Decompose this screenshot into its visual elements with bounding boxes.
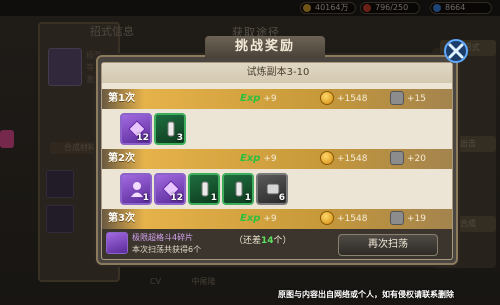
item-qty: 1 [210, 193, 217, 203]
obtained-count: 本次扫荡共获得6个 [132, 245, 202, 254]
modal-title: 挑战奖励 [205, 36, 325, 58]
bolt-icon [390, 210, 404, 225]
exp-reward: Exp +9 [240, 93, 277, 104]
reward-item[interactable]: 1 [188, 173, 220, 205]
bolt-icon [390, 90, 404, 105]
stage-title: 试炼副本3-10 [102, 63, 452, 83]
attempt-label: 第1次 [108, 93, 135, 104]
fragment-icon [106, 232, 128, 254]
reward-item[interactable]: 12 [154, 173, 186, 205]
reward-item[interactable]: 6 [256, 173, 288, 205]
coin-reward: +1548 [320, 90, 367, 107]
coin-icon [320, 90, 334, 105]
item-qty: 1 [142, 193, 149, 203]
bolt-reward: +15 [390, 90, 426, 107]
coin-reward: +1548 [320, 150, 367, 167]
item-qty: 12 [170, 193, 183, 203]
reward-item[interactable]: 1 [222, 173, 254, 205]
item-list: 12 3 [102, 109, 452, 149]
reward-row: 第2次 Exp +9 +1548 +20 [102, 149, 452, 169]
remaining-count: （还差14个） [234, 236, 292, 246]
item-list: 1 12 1 1 6 [102, 169, 452, 209]
close-icon[interactable] [443, 38, 469, 64]
bolt-reward: +20 [390, 150, 426, 167]
sweep-again-button[interactable]: 再次扫荡 [338, 234, 438, 256]
coin-icon [320, 150, 334, 165]
bolt-icon [390, 150, 404, 165]
exp-icon: Exp [240, 153, 261, 164]
reward-list: 试炼副本3-10 第1次 Exp +9 +1548 +15 12 3 第2次 E… [101, 62, 453, 260]
item-qty: 6 [278, 193, 285, 203]
attempt-label: 第3次 [108, 213, 135, 224]
reward-item[interactable]: 3 [154, 113, 186, 145]
exp-icon: Exp [240, 213, 261, 224]
exp-icon: Exp [240, 93, 261, 104]
exp-reward: Exp +9 [240, 153, 277, 164]
reward-item[interactable]: 1 [120, 173, 152, 205]
item-qty: 1 [244, 193, 251, 203]
reward-row: 第1次 Exp +9 +1548 +15 [102, 89, 452, 109]
reward-item[interactable]: 12 [120, 113, 152, 145]
reward-row: 第3次 Exp +9 +1548 +19 [102, 209, 452, 229]
coin-reward: +1548 [320, 210, 367, 227]
summary-bar: 极限超格斗4碎片 本次扫荡共获得6个 （还差14个） 再次扫荡 [102, 229, 452, 259]
attempt-label: 第2次 [108, 153, 135, 164]
watermark: 原图与内容出自网络或个人，如有侵权请联系删除 [278, 290, 454, 299]
item-qty: 3 [176, 133, 183, 143]
bolt-reward: +19 [390, 210, 426, 227]
exp-reward: Exp +9 [240, 213, 277, 224]
fragment-name: 极限超格斗4碎片 [132, 233, 194, 242]
item-qty: 12 [136, 133, 149, 143]
coin-icon [320, 210, 334, 225]
